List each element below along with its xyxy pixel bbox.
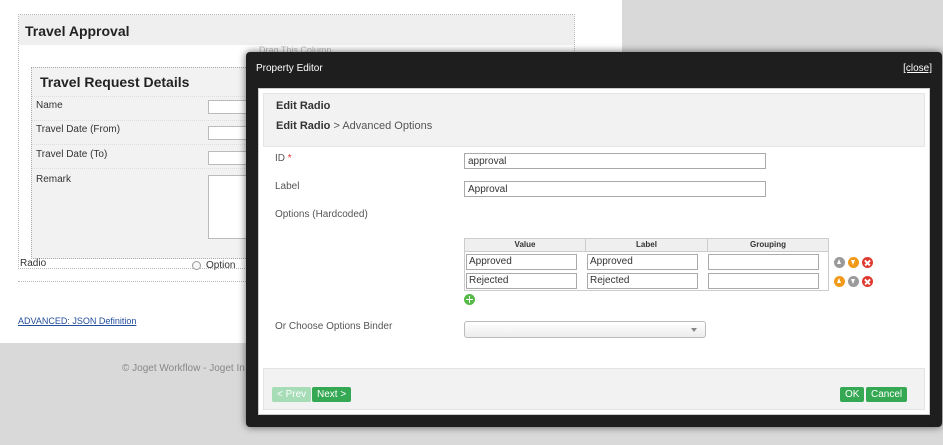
breadcrumb-next[interactable]: Advanced Options [342, 120, 432, 132]
close-link[interactable]: [close] [903, 63, 932, 74]
row-actions [834, 276, 873, 287]
option-label-input[interactable] [587, 253, 698, 270]
field-label: Travel Date (From) [36, 124, 121, 135]
radio-field-row[interactable]: Radio Option [20, 258, 250, 271]
copyright-footer: © Joget Workflow - Joget In [122, 363, 245, 374]
property-editor-dialog: Property Editor [close] Edit Radio Edit … [246, 52, 942, 427]
table-row [465, 271, 828, 290]
radio-label: Radio [20, 258, 47, 269]
required-mark: * [287, 153, 292, 164]
form-title: Travel Approval [19, 15, 574, 45]
option-grouping-input[interactable] [708, 253, 819, 270]
advanced-json-link[interactable]: ADVANCED: JSON Definition [18, 316, 136, 326]
edit-title: Edit Radio [276, 100, 331, 112]
option-grouping-input[interactable] [708, 272, 819, 289]
dialog-body: Edit Radio Edit Radio > Advanced Options… [258, 88, 930, 415]
label-input[interactable] [464, 181, 766, 197]
column-header-value: Value [465, 239, 586, 251]
row-actions [834, 257, 873, 268]
breadcrumb-current[interactable]: Edit Radio [276, 120, 330, 132]
column-header-label: Label [586, 239, 708, 251]
delete-icon[interactable] [862, 257, 873, 268]
label-label: Label [275, 181, 300, 192]
field-label: Travel Date (To) [36, 149, 108, 160]
breadcrumb: Edit Radio > Advanced Options [276, 120, 432, 132]
options-binder-select[interactable] [464, 321, 706, 338]
breadcrumb-separator: > [330, 120, 343, 132]
field-label: Remark [36, 174, 72, 185]
edit-header: Edit Radio Edit Radio > Advanced Options [263, 93, 925, 147]
radio-button[interactable] [192, 261, 201, 270]
cancel-button[interactable]: Cancel [866, 387, 908, 402]
section-title: Travel Request Details [40, 74, 190, 90]
id-input[interactable] [464, 153, 766, 169]
divider [18, 281, 258, 282]
option-value-input[interactable] [466, 272, 577, 289]
id-label: ID * [275, 153, 292, 164]
move-up-icon[interactable] [834, 257, 845, 268]
delete-icon[interactable] [862, 276, 873, 287]
binder-label: Or Choose Options Binder [275, 321, 393, 332]
options-table-header: Value Label Grouping [465, 239, 828, 252]
dialog-footer: < Prev Next > OK Cancel [263, 368, 925, 410]
option-label-input[interactable] [587, 272, 698, 289]
move-down-icon[interactable] [848, 257, 859, 268]
radio-option-label: Option [206, 260, 236, 271]
ok-button[interactable]: OK [840, 387, 865, 402]
prev-button[interactable]: < Prev [272, 387, 312, 402]
dialog-title: Property Editor [256, 63, 323, 74]
options-label: Options (Hardcoded) [275, 209, 368, 220]
chevron-down-icon [691, 328, 697, 332]
move-down-icon[interactable] [848, 276, 859, 287]
field-label: Name [36, 100, 63, 111]
next-button[interactable]: Next > [312, 387, 352, 402]
table-row [465, 252, 828, 271]
options-table: Value Label Grouping [464, 238, 829, 291]
add-row-icon[interactable] [464, 294, 475, 305]
move-up-icon[interactable] [834, 276, 845, 287]
option-value-input[interactable] [466, 253, 577, 270]
column-header-grouping: Grouping [750, 240, 786, 249]
